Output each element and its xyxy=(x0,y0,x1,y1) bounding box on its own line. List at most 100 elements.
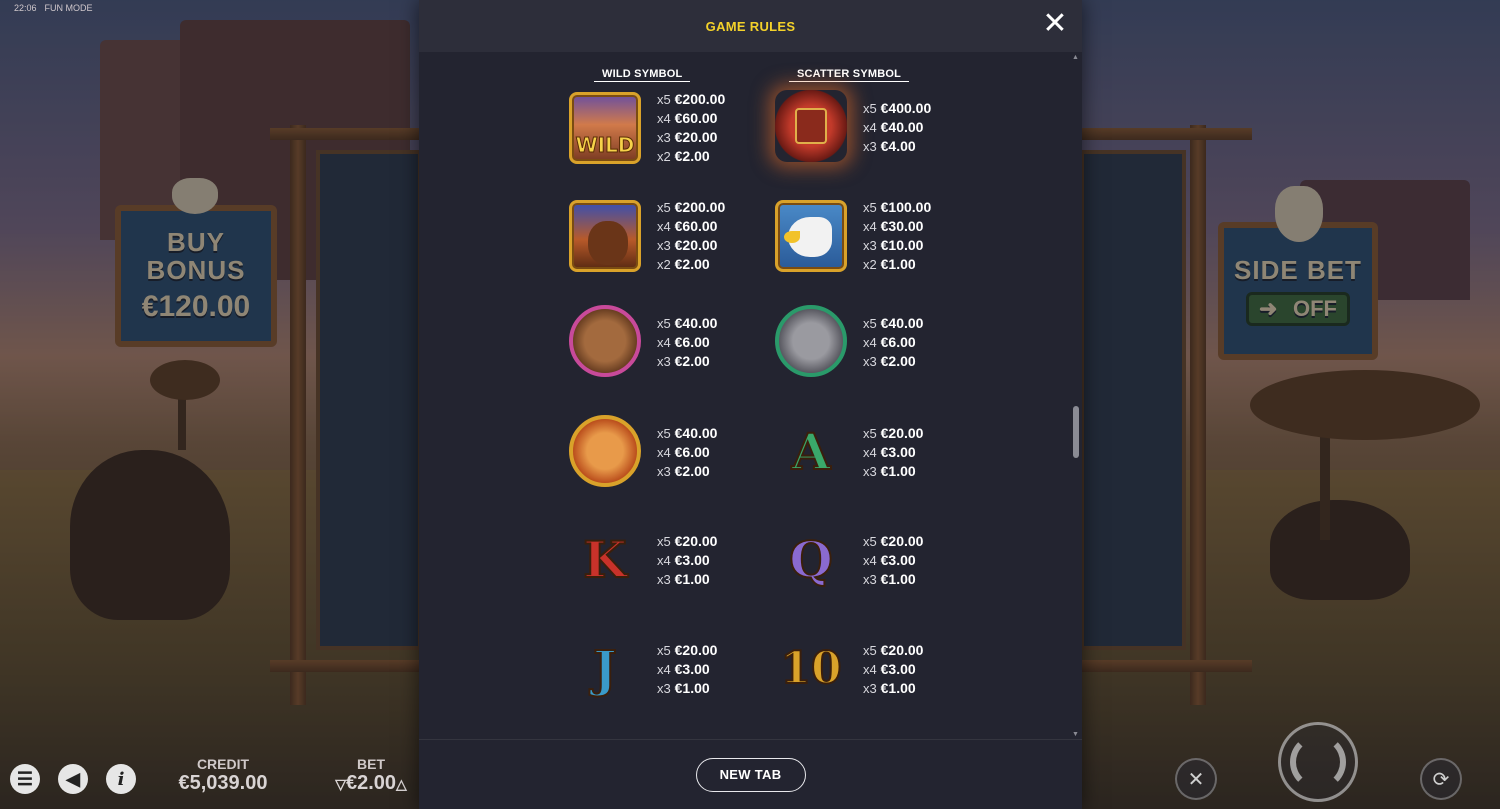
credit-value: €5,039.00 xyxy=(178,772,268,794)
scroll-thumb[interactable] xyxy=(1073,406,1079,458)
pay-multiplier: x3 xyxy=(863,681,877,696)
letter-k-paytable: x5 €20.00 x4 €3.00 x3 €1.00 xyxy=(657,532,717,589)
letter-a-paytable: x5 €20.00 x4 €3.00 x3 €1.00 xyxy=(863,424,923,481)
pay-multiplier: x4 xyxy=(863,219,877,234)
pay-line: x2 €2.00 xyxy=(657,147,725,166)
pay-line: x4 €3.00 xyxy=(657,660,717,679)
bet-amount: €2.00 xyxy=(345,772,397,794)
bet-display: BET ▽€2.00△ xyxy=(322,756,420,795)
pay-multiplier: x3 xyxy=(863,354,877,369)
pay-multiplier: x4 xyxy=(657,445,671,460)
scrollbar[interactable]: ▲ ▼ xyxy=(1072,54,1079,738)
info-icon[interactable]: i xyxy=(106,764,136,794)
pay-line: x5 €20.00 xyxy=(863,532,923,551)
pay-line: x5 €20.00 xyxy=(657,532,717,551)
turbo-off-icon[interactable]: ✕ xyxy=(1175,758,1217,800)
bison-paytable: x5 €200.00 x4 €60.00 x3 €20.00 x2 €2.00 xyxy=(657,198,725,274)
bear-paytable: x5 €40.00 x4 €6.00 x3 €2.00 xyxy=(657,314,717,371)
pay-line: x4 €6.00 xyxy=(863,333,923,352)
pay-line: x5 €40.00 xyxy=(657,314,717,333)
pay-multiplier: x3 xyxy=(863,464,877,479)
pay-line: x3 €1.00 xyxy=(657,570,717,589)
scroll-down-icon[interactable]: ▼ xyxy=(1072,731,1079,738)
pay-line: x3 €2.00 xyxy=(657,462,717,481)
pay-value: €20.00 xyxy=(674,237,718,253)
close-icon[interactable]: ✕ xyxy=(1042,9,1068,39)
pay-multiplier: x4 xyxy=(657,219,671,234)
pay-multiplier: x4 xyxy=(863,120,877,135)
letter-a-symbol-icon: A xyxy=(791,421,832,482)
pay-multiplier: x5 xyxy=(657,426,671,441)
pay-line: x4 €3.00 xyxy=(863,551,923,570)
pay-line: x3 €20.00 xyxy=(657,128,725,147)
eagle-paytable: x5 €100.00 x4 €30.00 x3 €10.00 x2 €1.00 xyxy=(863,198,931,274)
sound-icon[interactable]: ◀ xyxy=(58,764,88,794)
pay-line: x2 €2.00 xyxy=(657,255,725,274)
menu-icon[interactable]: ☰ xyxy=(10,764,40,794)
pay-value: €60.00 xyxy=(674,218,718,234)
pay-line: x5 €400.00 xyxy=(863,99,931,118)
pay-multiplier: x5 xyxy=(657,643,671,658)
pay-value: €1.00 xyxy=(880,680,916,696)
pay-multiplier: x5 xyxy=(863,316,877,331)
pay-multiplier: x5 xyxy=(657,92,671,107)
pay-value: €2.00 xyxy=(674,256,710,272)
pay-multiplier: x3 xyxy=(863,572,877,587)
wolf-paytable: x5 €40.00 x4 €6.00 x3 €2.00 xyxy=(863,314,923,371)
wild-text: WILD xyxy=(575,133,635,158)
credit-display: CREDIT €5,039.00 xyxy=(168,756,278,795)
bet-increase-icon[interactable]: △ xyxy=(396,776,407,792)
pay-value: €200.00 xyxy=(674,199,726,215)
rules-scroll-area[interactable]: WILD SYMBOL SCATTER SYMBOL WILD x5 €200.0… xyxy=(419,52,1082,739)
pay-value: €20.00 xyxy=(674,129,718,145)
ten-symbol-icon: 10 xyxy=(779,642,842,695)
letter-j-symbol-icon: J xyxy=(592,638,618,699)
pay-value: €1.00 xyxy=(880,463,916,479)
pay-multiplier: x2 xyxy=(863,257,877,272)
bet-decrease-icon[interactable]: ▽ xyxy=(335,776,346,792)
ten-paytable: x5 €20.00 x4 €3.00 x3 €1.00 xyxy=(863,641,923,698)
bet-value: ▽€2.00△ xyxy=(322,772,420,795)
bear-symbol-icon xyxy=(569,305,641,377)
letter-k-symbol-icon: K xyxy=(582,529,627,590)
spin-arrows-icon xyxy=(1290,734,1346,790)
scroll-up-icon[interactable]: ▲ xyxy=(1072,54,1079,61)
wolf-symbol-icon xyxy=(775,305,847,377)
pay-value: €6.00 xyxy=(674,444,710,460)
pay-line: x2 €1.00 xyxy=(863,255,931,274)
pay-value: €2.00 xyxy=(674,353,710,369)
spin-button[interactable] xyxy=(1278,722,1358,802)
bison-symbol-icon xyxy=(569,200,641,272)
game-rules-modal: GAME RULES ✕ WILD SYMBOL SCATTER SYMBOL … xyxy=(419,0,1082,809)
pay-multiplier: x2 xyxy=(657,257,671,272)
pay-multiplier: x4 xyxy=(863,662,877,677)
wild-symbol-heading: WILD SYMBOL xyxy=(594,68,691,82)
pay-value: €1.00 xyxy=(674,571,710,587)
bet-label: BET xyxy=(357,756,385,772)
pay-multiplier: x5 xyxy=(657,316,671,331)
pay-value: €40.00 xyxy=(674,315,718,331)
autoplay-icon[interactable]: ⟳ xyxy=(1420,758,1462,800)
pay-line: x5 €100.00 xyxy=(863,198,931,217)
pay-line: x4 €6.00 xyxy=(657,443,717,462)
pay-line: x3 €20.00 xyxy=(657,236,725,255)
pay-multiplier: x4 xyxy=(657,662,671,677)
pay-value: €30.00 xyxy=(880,218,924,234)
pay-multiplier: x5 xyxy=(863,643,877,658)
wild-paytable: x5 €200.00 x4 €60.00 x3 €20.00 x2 €2.00 xyxy=(657,90,725,166)
pay-value: €4.00 xyxy=(880,138,916,154)
pay-multiplier: x3 xyxy=(657,130,671,145)
eagle-symbol-icon xyxy=(775,200,847,272)
pay-value: €20.00 xyxy=(674,642,718,658)
scatter-symbol-heading: SCATTER SYMBOL xyxy=(789,68,910,82)
clock: 22:06 xyxy=(14,3,37,13)
pay-value: €20.00 xyxy=(880,533,924,549)
pay-multiplier: x4 xyxy=(863,553,877,568)
pay-value: €40.00 xyxy=(674,425,718,441)
pay-value: €2.00 xyxy=(674,148,710,164)
modal-title: GAME RULES xyxy=(705,18,796,34)
pay-multiplier: x4 xyxy=(657,553,671,568)
pay-line: x5 €200.00 xyxy=(657,90,725,109)
new-tab-button[interactable]: NEW TAB xyxy=(695,757,806,792)
pay-value: €1.00 xyxy=(880,571,916,587)
